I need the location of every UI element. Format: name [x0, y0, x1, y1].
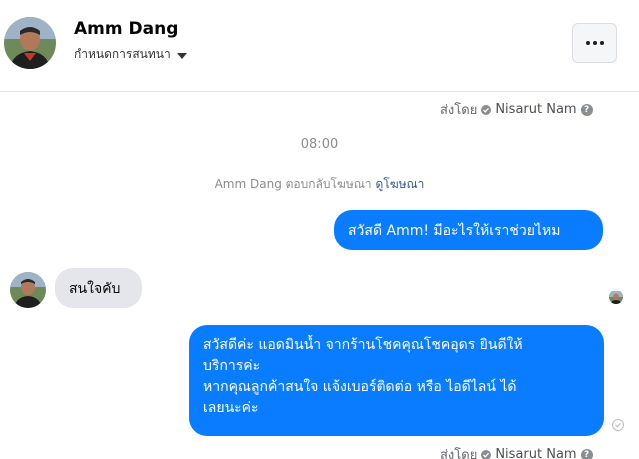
sent-by-info: ส่งโดย Nisarut Nam ?: [440, 444, 593, 459]
outgoing-message-bubble[interactable]: สวัสดีค่ะ แอดมินน้ำ จากร้านโชคคุณโชคอุดร…: [189, 325, 604, 436]
sent-by-agent-name: Nisarut Nam: [495, 447, 577, 459]
message-line: สวัสดีค่ะ แอดมินน้ำ จากร้านโชคคุณโชคอุดร…: [203, 337, 523, 353]
more-horizontal-icon: [585, 41, 604, 45]
message-line: เลยนะค่ะ: [203, 400, 259, 416]
outgoing-message-bubble[interactable]: สวัสดี Amm! มีอะไรให้เราช่วยไหม: [334, 210, 603, 250]
conversation-settings-dropdown[interactable]: กำหนดการสนทนา: [74, 45, 187, 64]
sent-by-label: ส่งโดย: [440, 448, 478, 459]
conversation-header: Amm Dang กำหนดการสนทนา: [0, 0, 639, 92]
help-icon[interactable]: ?: [580, 103, 593, 116]
sent-by-label: ส่งโดย: [440, 103, 478, 118]
message-line: บริการค่ะ: [203, 358, 261, 374]
read-receipt-avatar: [609, 290, 623, 304]
message-line: หากคุณลูกค้าสนใจ แจ้งเบอร์ติดต่อ หรือ ไอ…: [203, 379, 517, 395]
conversation-settings-label: กำหนดการสนทนา: [74, 47, 171, 61]
ad-reply-text: Amm Dang ตอบกลับโฆษณา: [214, 177, 372, 191]
sender-avatar[interactable]: [10, 272, 46, 308]
sent-check-icon: [612, 419, 624, 431]
contact-avatar[interactable]: [4, 17, 56, 69]
chevron-down-icon: [176, 52, 187, 59]
check-circle-icon: [481, 449, 492, 459]
message-timestamp: 08:00: [300, 137, 339, 152]
view-ad-link[interactable]: ดูโฆษณา: [375, 177, 424, 191]
message-text: สวัสดี Amm! มีอะไรให้เราช่วยไหม: [348, 223, 561, 239]
more-options-button[interactable]: [572, 23, 617, 63]
message-text: สนใจคับ: [69, 281, 121, 297]
sent-by-info: ส่งโดย Nisarut Nam ?: [440, 99, 593, 120]
help-icon[interactable]: ?: [580, 448, 593, 459]
contact-name: Amm Dang: [74, 19, 179, 39]
incoming-message-bubble[interactable]: สนใจคับ: [55, 268, 142, 308]
ad-reply-notice: Amm Dang ตอบกลับโฆษณา ดูโฆษณา: [0, 175, 639, 194]
sent-by-agent-name: Nisarut Nam: [495, 102, 577, 117]
check-circle-icon: [481, 104, 492, 115]
